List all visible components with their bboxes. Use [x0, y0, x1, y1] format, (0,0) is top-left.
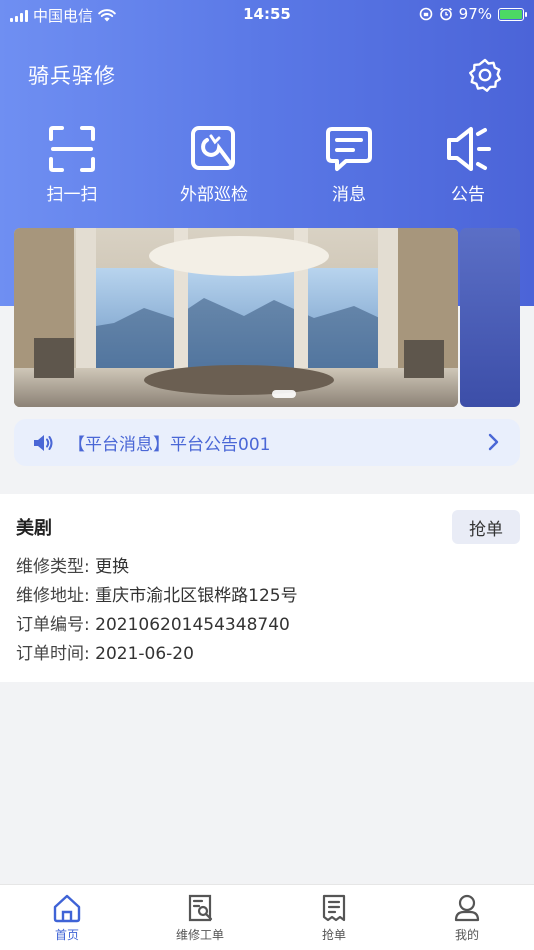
quick-action-label: 公告 — [451, 185, 485, 205]
tab-bar: 首页 维修工单 抢单 我的 — [0, 884, 534, 950]
battery-percent: 97% — [458, 5, 492, 23]
announcement-icon — [447, 127, 491, 171]
field-key: 维修地址: — [16, 586, 90, 606]
tab-label: 首页 — [54, 928, 79, 942]
quick-action-label: 扫一扫 — [46, 185, 98, 205]
quick-action-scan[interactable]: 扫一扫 — [17, 122, 127, 205]
status-bar: 中国电信 14:55 97% — [0, 0, 534, 30]
quick-action-message[interactable]: 消息 — [294, 122, 404, 205]
tab-label: 维修工单 — [175, 928, 224, 942]
order-number: 订单编号: 20210620145434874​0 — [16, 610, 290, 635]
banner-page-indicator — [272, 390, 296, 398]
tab-work-order[interactable]: 维修工单 — [150, 893, 250, 943]
banner-next-preview[interactable] — [460, 228, 520, 407]
field-value: 更换 — [95, 557, 130, 577]
grab-order-button[interactable]: 抢单 — [452, 510, 520, 544]
notice-text: 【平台消息】平台公告001 — [68, 435, 271, 455]
message-icon — [326, 127, 372, 171]
quick-action-announcement[interactable]: 公告 — [413, 122, 523, 205]
field-value: 重庆市渝北区银桦路125号 — [95, 586, 298, 606]
battery-icon — [498, 7, 527, 21]
tab-home[interactable]: 首页 — [17, 893, 117, 943]
order-time: 订单时间: 2021-06-20 — [16, 639, 194, 664]
grab-order-icon — [322, 894, 346, 922]
profile-icon — [454, 894, 480, 922]
tab-profile[interactable]: 我的 — [417, 893, 517, 943]
order-card[interactable]: 美剧 抢单 维修类型: 更换 维修地址: 重庆市渝北区银桦路125号 订单编号:… — [0, 494, 534, 682]
home-icon — [53, 894, 81, 923]
gear-icon — [469, 58, 502, 92]
banner-image[interactable] — [14, 228, 458, 407]
field-value: 20210620145434874​0 — [95, 615, 290, 635]
field-value: 2021-06-20 — [95, 644, 194, 664]
speaker-icon — [34, 434, 53, 451]
quick-actions: 扫一扫 外部巡检 消息 公告 — [0, 122, 534, 212]
field-key: 维修类型: — [16, 557, 90, 577]
inspect-icon — [191, 126, 235, 170]
tab-label: 抢单 — [321, 928, 346, 942]
status-right: 97% — [419, 5, 527, 23]
quick-action-label: 消息 — [332, 185, 366, 205]
field-key: 订单编号: — [16, 615, 90, 635]
field-key: 订单时间: — [16, 644, 90, 664]
lobby-photo — [14, 228, 458, 407]
notice-bar[interactable]: 【平台消息】平台公告001 — [14, 419, 520, 466]
order-title: 美剧 — [16, 518, 52, 539]
tab-label: 我的 — [454, 928, 479, 942]
quick-action-inspect[interactable]: 外部巡检 — [159, 122, 269, 205]
quick-action-label: 外部巡检 — [180, 185, 248, 205]
work-order-icon — [188, 894, 213, 922]
order-repair-type: 维修类型: 更换 — [16, 552, 129, 577]
settings-button[interactable] — [466, 56, 504, 94]
alarm-icon — [439, 7, 452, 21]
order-address: 维修地址: 重庆市渝北区银桦路125号 — [16, 581, 298, 606]
app-title: 骑兵驿修 — [28, 64, 116, 88]
scan-icon — [49, 126, 95, 172]
chevron-right-icon — [488, 433, 499, 451]
lock-rotation-icon — [419, 7, 432, 21]
tab-grab-order[interactable]: 抢单 — [284, 893, 384, 943]
